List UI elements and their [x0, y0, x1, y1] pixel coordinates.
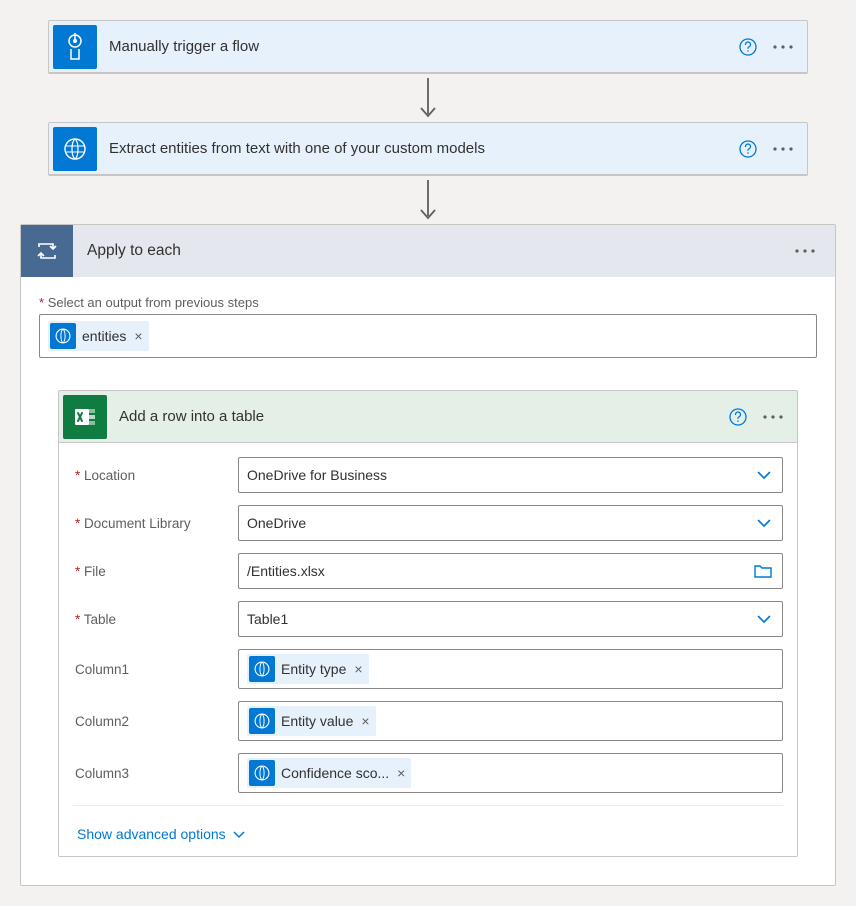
ai-builder-icon	[50, 323, 76, 349]
loop-header[interactable]: Apply to each	[21, 225, 835, 277]
table-select[interactable]: Table1	[238, 601, 783, 637]
trigger-title: Manually trigger a flow	[101, 38, 739, 55]
confidence-score-token[interactable]: Confidence sco... ×	[247, 758, 411, 788]
column3-input[interactable]: Confidence sco... ×	[238, 753, 783, 793]
more-icon[interactable]	[771, 39, 795, 55]
more-icon[interactable]	[793, 243, 817, 259]
folder-icon[interactable]	[754, 564, 772, 578]
remove-token-icon[interactable]: ×	[352, 661, 362, 677]
extract-title: Extract entities from text with one of y…	[101, 140, 739, 157]
output-input[interactable]: entities ×	[39, 314, 817, 358]
help-icon[interactable]	[739, 140, 757, 158]
show-advanced-link[interactable]: Show advanced options	[73, 818, 250, 846]
extract-card[interactable]: Extract entities from text with one of y…	[48, 122, 808, 176]
table-label: * Table	[73, 612, 238, 627]
excel-title: Add a row into a table	[111, 408, 729, 425]
flow-arrow-icon	[416, 74, 440, 122]
column1-input[interactable]: Entity type ×	[238, 649, 783, 689]
loop-title: Apply to each	[73, 242, 793, 260]
ai-builder-icon	[53, 127, 97, 171]
excel-header[interactable]: Add a row into a table	[59, 391, 797, 443]
token-label: Entity type	[281, 661, 346, 677]
doclib-label: * Document Library	[73, 516, 238, 531]
token-label: Entity value	[281, 713, 353, 729]
file-label: * File	[73, 564, 238, 579]
more-icon[interactable]	[761, 409, 785, 425]
column1-label: Column1	[73, 662, 238, 677]
token-label: Confidence sco...	[281, 765, 389, 781]
column2-input[interactable]: Entity value ×	[238, 701, 783, 741]
chevron-down-icon	[756, 518, 772, 528]
location-label: * Location	[73, 468, 238, 483]
help-icon[interactable]	[739, 38, 757, 56]
chevron-down-icon	[756, 614, 772, 624]
ai-builder-icon	[249, 708, 275, 734]
remove-token-icon[interactable]: ×	[132, 328, 142, 344]
entity-type-token[interactable]: Entity type ×	[247, 654, 369, 684]
token-label: entities	[82, 328, 126, 344]
help-icon[interactable]	[729, 408, 747, 426]
entities-token[interactable]: entities ×	[48, 321, 149, 351]
more-icon[interactable]	[771, 141, 795, 157]
excel-icon	[63, 395, 107, 439]
location-select[interactable]: OneDrive for Business	[238, 457, 783, 493]
doclib-select[interactable]: OneDrive	[238, 505, 783, 541]
column2-label: Column2	[73, 714, 238, 729]
loop-icon	[21, 225, 73, 277]
entity-value-token[interactable]: Entity value ×	[247, 706, 376, 736]
remove-token-icon[interactable]: ×	[395, 765, 405, 781]
chevron-down-icon	[232, 830, 246, 839]
trigger-card[interactable]: Manually trigger a flow	[48, 20, 808, 74]
column3-label: Column3	[73, 766, 238, 781]
ai-builder-icon	[249, 760, 275, 786]
ai-builder-icon	[249, 656, 275, 682]
remove-token-icon[interactable]: ×	[359, 713, 369, 729]
apply-to-each-card: Apply to each * Select an output from pr…	[20, 224, 836, 886]
file-input[interactable]: /Entities.xlsx	[238, 553, 783, 589]
output-label: * Select an output from previous steps	[39, 295, 817, 310]
excel-action-card: Add a row into a table * Location	[58, 390, 798, 857]
chevron-down-icon	[756, 470, 772, 480]
flow-arrow-icon	[416, 176, 440, 224]
trigger-icon	[53, 25, 97, 69]
